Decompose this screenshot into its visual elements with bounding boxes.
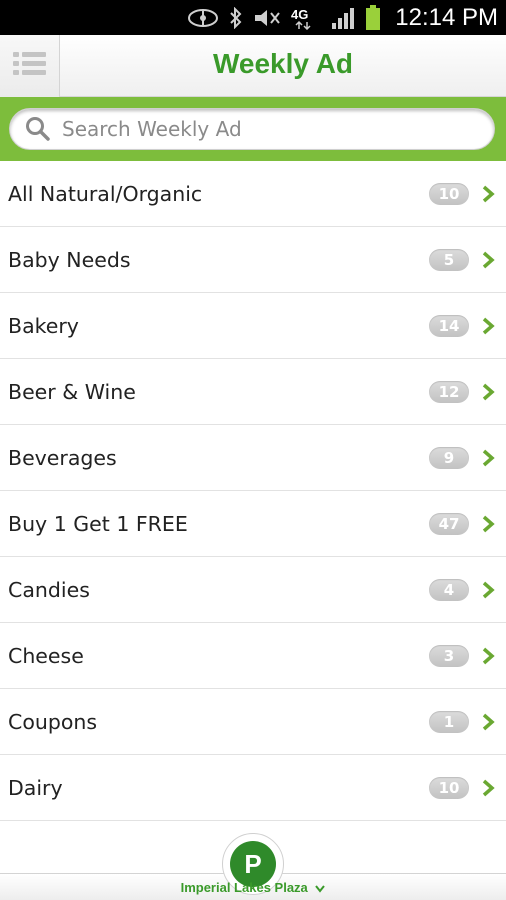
category-label: Candies xyxy=(8,577,90,602)
count-badge: 9 xyxy=(429,446,469,469)
category-label: Beverages xyxy=(8,445,117,470)
category-label: Baby Needs xyxy=(8,247,131,272)
chevron-right-icon xyxy=(480,382,496,402)
list-item[interactable]: Candies 4 xyxy=(0,557,506,623)
list-item[interactable]: Bakery 14 xyxy=(0,293,506,359)
chevron-right-icon xyxy=(480,778,496,798)
list-item[interactable]: Beer & Wine 12 xyxy=(0,359,506,425)
category-label: Bakery xyxy=(8,313,79,338)
count-badge: 10 xyxy=(429,776,469,799)
store-selector[interactable]: Imperial Lakes Plaza xyxy=(0,880,506,896)
4g-icon: 4G xyxy=(291,6,321,30)
list-item[interactable]: Baby Needs 5 xyxy=(0,227,506,293)
status-bar: 4G 12:14 PM xyxy=(0,0,506,35)
count-badge: 47 xyxy=(429,512,469,535)
count-badge: 10 xyxy=(429,182,469,205)
chevron-right-icon xyxy=(480,712,496,732)
list-item[interactable]: Beverages 9 xyxy=(0,425,506,491)
search-bar-container xyxy=(0,97,506,161)
page-title: Weekly Ad xyxy=(212,48,354,79)
status-time: 12:14 PM xyxy=(395,3,498,31)
category-label: Cheese xyxy=(8,643,84,668)
category-label: All Natural/Organic xyxy=(8,181,203,206)
category-label: Coupons xyxy=(8,709,98,734)
count-badge: 14 xyxy=(429,314,469,337)
svg-text:P: P xyxy=(244,849,261,879)
chevron-down-icon xyxy=(315,881,326,896)
category-label: Beer & Wine xyxy=(8,379,136,404)
chevron-right-icon xyxy=(480,448,496,468)
category-label: Dairy xyxy=(8,775,63,800)
list-item[interactable]: Cheese 3 xyxy=(0,623,506,689)
search-icon xyxy=(24,115,52,143)
list-item[interactable]: Buy 1 Get 1 FREE 47 xyxy=(0,491,506,557)
count-badge: 4 xyxy=(429,578,469,601)
list-menu-icon xyxy=(12,49,48,83)
chevron-right-icon xyxy=(480,580,496,600)
category-label: Buy 1 Get 1 FREE xyxy=(8,511,188,536)
menu-button[interactable] xyxy=(0,35,60,97)
bluetooth-icon xyxy=(229,6,243,30)
chevron-right-icon xyxy=(480,316,496,336)
sync-icon xyxy=(187,6,219,30)
list-item[interactable]: Dairy 10 xyxy=(0,755,506,821)
category-list: All Natural/Organic 10 Baby Needs 5 Bake… xyxy=(0,161,506,821)
mute-icon xyxy=(253,6,281,30)
app-header: Weekly Ad xyxy=(0,35,506,97)
chevron-right-icon xyxy=(480,646,496,666)
list-item[interactable]: Coupons 1 xyxy=(0,689,506,755)
count-badge: 1 xyxy=(429,710,469,733)
store-name-label: Imperial Lakes Plaza xyxy=(180,880,308,895)
chevron-right-icon xyxy=(480,250,496,270)
count-badge: 12 xyxy=(429,380,469,403)
chevron-right-icon xyxy=(480,514,496,534)
search-box[interactable] xyxy=(9,108,495,150)
search-input[interactable] xyxy=(62,117,462,141)
chevron-right-icon xyxy=(480,184,496,204)
count-badge: 3 xyxy=(429,644,469,667)
battery-icon xyxy=(365,4,381,30)
list-item[interactable]: All Natural/Organic 10 xyxy=(0,161,506,227)
signal-icon xyxy=(331,6,355,30)
svg-text:4G: 4G xyxy=(291,7,308,22)
count-badge: 5 xyxy=(429,248,469,271)
